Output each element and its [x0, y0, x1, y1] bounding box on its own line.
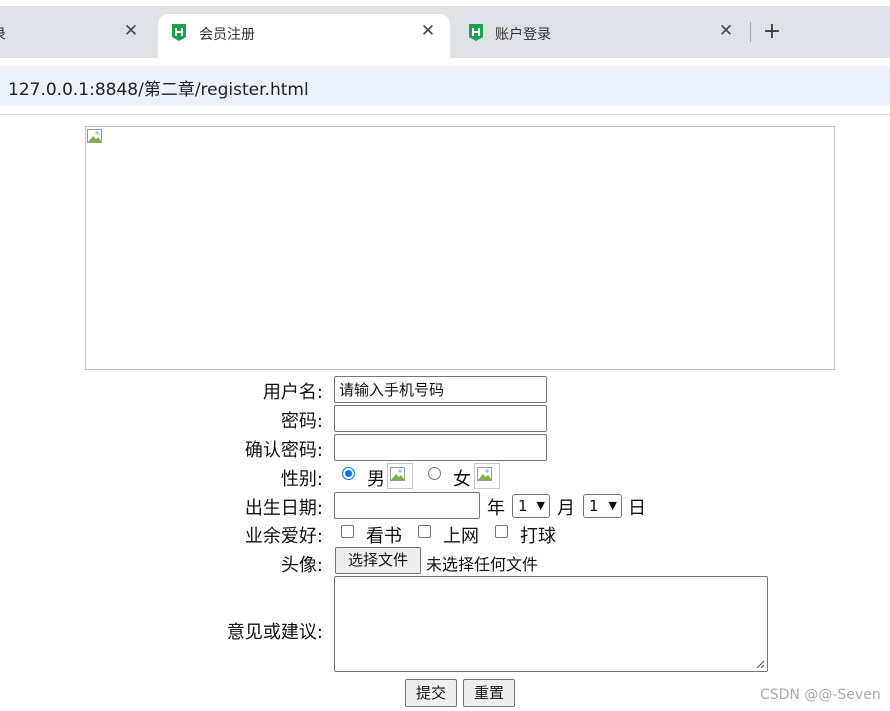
reset-button[interactable]: 重置 [463, 679, 515, 707]
female-image-broken-icon [474, 463, 500, 489]
birth-year-input[interactable] [334, 492, 480, 519]
day-text: 日 [628, 498, 646, 519]
tab-register-title: 会员注册 [199, 27, 255, 43]
confirm-password-label: 确认密码: [244, 440, 323, 461]
hobby-internet-text: 上网 [443, 526, 479, 547]
csdn-watermark: CSDN @@-Seven [760, 687, 881, 703]
tab-register[interactable]: 会员注册 ✕ [158, 14, 450, 58]
new-tab-plus-icon[interactable]: + [760, 18, 784, 46]
avatar-label: 头像: [280, 555, 323, 576]
gender-male-radio[interactable] [342, 467, 355, 480]
gender-female-radio[interactable] [428, 467, 441, 480]
birth-day-value: 1 [589, 497, 599, 515]
hobby-internet-checkbox[interactable] [418, 525, 431, 538]
hbuilder-favicon-icon [469, 24, 483, 41]
hobby-reading-text: 看书 [366, 526, 402, 547]
username-input[interactable] [334, 376, 547, 403]
tab-login[interactable]: 账户登录 ✕ [454, 14, 746, 58]
resize-grip-icon[interactable] [756, 660, 765, 669]
hobby-ball-checkbox[interactable] [495, 525, 508, 538]
chevron-down-icon: ▼ [536, 499, 545, 512]
birth-day-select[interactable]: 1 ▼ [583, 494, 622, 518]
username-label: 用户名: [262, 382, 323, 403]
month-text: 月 [557, 498, 575, 519]
male-image-broken-icon [387, 463, 413, 489]
address-bar[interactable]: 127.0.0.1:8848/第二章/register.html [0, 66, 890, 106]
birth-month-select[interactable]: 1 ▼ [512, 494, 550, 518]
tab-previous-close-icon[interactable]: ✕ [120, 20, 142, 42]
address-url[interactable]: 127.0.0.1:8848/第二章/register.html [8, 75, 309, 100]
browser-toolbar: 127.0.0.1:8848/第二章/register.html [0, 58, 890, 115]
choose-file-button[interactable]: 选择文件 [335, 547, 421, 574]
tab-strip: 录 ✕ 会员注册 ✕ 账户登录 ✕ + [0, 0, 890, 58]
tab-previous[interactable]: 录 ✕ [0, 14, 150, 58]
tab-previous-title: 录 [0, 24, 6, 44]
hobbies-label: 业余爱好: [244, 526, 323, 547]
tab-login-close-icon[interactable]: ✕ [715, 20, 737, 42]
gender-male-text: 男 [367, 469, 385, 490]
gender-female-text: 女 [453, 469, 471, 490]
window-top-edge [0, 0, 890, 6]
feedback-textarea[interactable] [334, 576, 768, 672]
hbuilder-favicon-icon [172, 24, 186, 41]
hobby-ball-text: 打球 [520, 526, 556, 547]
broken-image-icon [87, 129, 102, 143]
tab-register-close-icon[interactable]: ✕ [417, 20, 439, 42]
feedback-label: 意见或建议: [226, 622, 323, 643]
password-label: 密码: [280, 411, 323, 432]
tab-login-title: 账户登录 [495, 27, 551, 43]
year-text: 年 [487, 498, 505, 519]
birth-month-value: 1 [518, 497, 528, 515]
banner-image [85, 126, 835, 370]
no-file-text: 未选择任何文件 [426, 555, 539, 574]
password-input[interactable] [334, 405, 547, 432]
confirm-password-input[interactable] [334, 434, 547, 461]
birthday-label: 出生日期: [244, 498, 323, 519]
hobby-reading-checkbox[interactable] [341, 525, 354, 538]
submit-button[interactable]: 提交 [405, 679, 457, 707]
tab-separator [750, 22, 751, 42]
gender-label: 性别: [280, 469, 323, 490]
chevron-down-icon: ▼ [608, 499, 617, 512]
